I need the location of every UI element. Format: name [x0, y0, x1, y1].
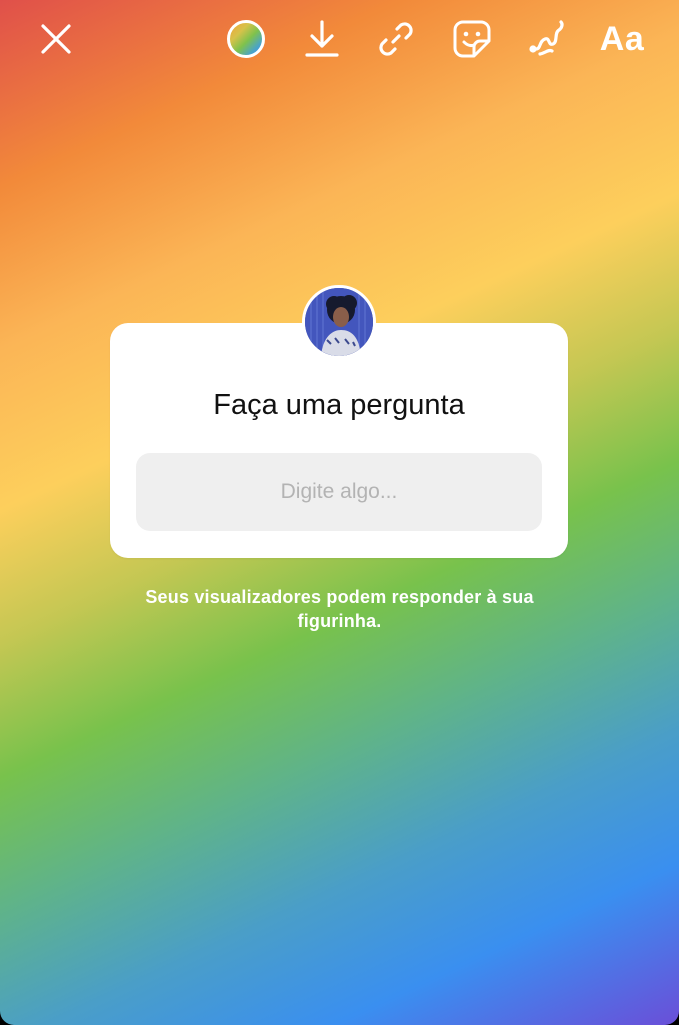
story-toolbar: Aa: [0, 14, 679, 64]
close-button[interactable]: [30, 14, 82, 64]
story-editor-screen: Aa Faça uma pergunta Seus visualizadores…: [0, 0, 679, 1025]
text-tool-button[interactable]: Aa: [592, 14, 652, 64]
sticker-button[interactable]: [446, 14, 498, 64]
sticker-hint-text: Seus visualizadores podem responder à su…: [145, 587, 534, 631]
question-sticker-title[interactable]: Faça uma pergunta: [110, 389, 568, 422]
link-button[interactable]: [370, 14, 422, 64]
text-tool-label: Aa: [599, 19, 645, 58]
download-button[interactable]: [296, 14, 348, 64]
question-answer-input[interactable]: [136, 453, 542, 531]
sticker-icon: [453, 20, 491, 58]
color-picker-button[interactable]: [220, 14, 272, 64]
download-icon: [305, 20, 339, 57]
draw-button[interactable]: [520, 14, 572, 64]
close-icon: [41, 24, 71, 54]
link-icon: [379, 22, 413, 56]
profile-avatar: [302, 285, 376, 359]
gradient-color-wheel-icon: [227, 20, 265, 58]
avatar-portrait-icon: [305, 288, 373, 356]
draw-squiggle-icon: [529, 20, 564, 56]
